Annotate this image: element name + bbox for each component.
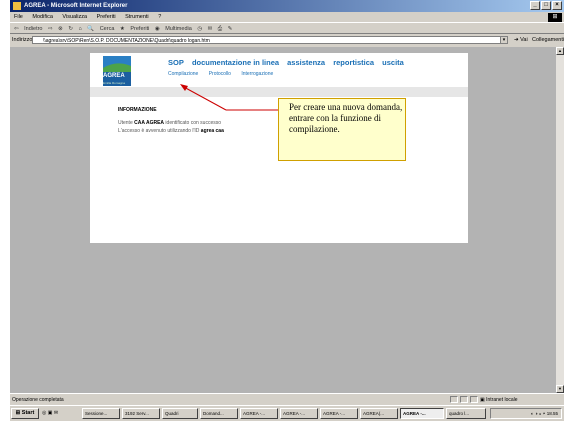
status-bar: Operazione completata ▣ Intranet locale <box>10 393 564 405</box>
taskbar-button[interactable]: AGREA -... <box>320 408 358 419</box>
window-title: AGREA - Microsoft Internet Explorer <box>24 3 128 9</box>
taskbar-button-active[interactable]: AGREA -... <box>400 408 444 419</box>
info-message-id: L'accesso è avvenuto utilizzando l'ID ag… <box>118 128 224 134</box>
menu-visualizza[interactable]: Visualizza <box>62 14 87 20</box>
edit-icon[interactable]: ✎ <box>228 26 233 32</box>
media-button[interactable]: ◉ Multimedia <box>155 26 192 32</box>
callout-note: Per creare una nuova domanda, entrare co… <box>278 98 406 161</box>
back-button[interactable]: ⇦ Indietro <box>14 26 43 32</box>
status-cell <box>470 396 478 403</box>
search-button[interactable]: 🔍 Cerca <box>87 26 114 32</box>
nav-reportistica[interactable]: reportistica <box>333 58 374 67</box>
forward-icon[interactable]: ⇨ <box>48 26 53 32</box>
ie-icon <box>13 2 21 10</box>
taskbar-button[interactable]: Domand... <box>200 408 238 419</box>
title-bar: AGREA - Microsoft Internet Explorer _ □ … <box>10 0 564 12</box>
links-button[interactable]: Collegamenti <box>532 34 564 47</box>
windows-logo-icon: ⊞ <box>548 13 562 22</box>
info-text: L'accesso è avvenuto utilizzando l'ID <box>118 128 201 134</box>
nav-uscita[interactable]: uscita <box>382 58 404 67</box>
logo-subtitle: Emilia Romagna <box>103 81 126 85</box>
start-label: Start <box>21 410 35 416</box>
nav-sop[interactable]: SOP <box>168 58 184 67</box>
status-cell <box>450 396 458 403</box>
media-label: Multimedia <box>165 26 192 32</box>
menu-bar: File Modifica Visualizza Preferiti Strum… <box>10 12 564 22</box>
top-navigation: SOP documentazione in linea assistenza r… <box>168 58 410 67</box>
address-input[interactable]: \\agrea\srv\SOP\Ren\S.O.P. DOCUMENTAZION… <box>32 36 508 44</box>
taskbar-button[interactable]: Sessione... <box>82 408 120 419</box>
nav-assistenza[interactable]: assistenza <box>287 58 325 67</box>
history-icon[interactable]: ◷ <box>197 26 202 32</box>
maximize-button[interactable]: □ <box>541 1 551 10</box>
search-label: Cerca <box>99 26 115 32</box>
window-controls: _ □ × <box>530 1 562 10</box>
print-icon[interactable]: ⎙ <box>218 26 222 32</box>
info-text: identificato con successo <box>164 120 222 126</box>
minimize-button[interactable]: _ <box>530 1 540 10</box>
refresh-icon[interactable]: ↻ <box>68 26 73 32</box>
quick-launch[interactable]: ◎ ▣ ✉ <box>42 409 58 418</box>
menu-strumenti[interactable]: Strumenti <box>125 14 149 20</box>
zone-label: Intranet locale <box>486 397 518 403</box>
taskbar-button[interactable]: Quadri <box>162 408 198 419</box>
info-id: agrea caa <box>200 128 224 134</box>
subnav-protocollo[interactable]: Protocollo <box>209 71 231 77</box>
mail-icon[interactable]: ✉ <box>208 26 213 32</box>
system-tray: ◐ ◑ ◒ ◓ 18.55 <box>490 408 562 419</box>
info-title: INFORMAZIONE <box>118 107 157 113</box>
home-icon[interactable]: ⌂ <box>78 26 81 32</box>
tray-icons[interactable]: ◐ ◑ ◒ ◓ <box>531 411 547 416</box>
taskbar-button[interactable]: AGREA -... <box>280 408 318 419</box>
info-text: Utente <box>118 120 135 126</box>
taskbar-button[interactable]: AGREA -... <box>240 408 278 419</box>
taskbar-button[interactable]: AGREA(... <box>360 408 398 419</box>
taskbar-button[interactable]: quadro l... <box>446 408 486 419</box>
address-bar: Indirizzo \\agrea\srv\SOP\Ren\S.O.P. DOC… <box>10 34 564 47</box>
menu-modifica[interactable]: Modifica <box>32 14 52 20</box>
nav-documentazione[interactable]: documentazione in linea <box>192 58 279 67</box>
go-label: Vai <box>520 37 528 43</box>
address-dropdown-icon[interactable]: ▾ <box>500 36 508 44</box>
subnav-interrogazione[interactable]: Interrogazione <box>241 71 273 77</box>
menu-file[interactable]: File <box>14 14 23 20</box>
page-band <box>90 87 468 97</box>
clock: 18.55 <box>546 411 558 416</box>
menu-preferiti[interactable]: Preferiti <box>97 14 116 20</box>
vertical-scrollbar[interactable]: ▲ ▼ <box>556 47 564 393</box>
subnav-compilazione[interactable]: Compilazione <box>168 71 198 77</box>
stop-icon[interactable]: ⊗ <box>58 26 63 32</box>
start-button[interactable]: ⊞ Start <box>11 408 39 419</box>
sub-navigation: Compilazione Protocollo Interrogazione <box>168 71 282 77</box>
taskbar: ⊞ Start ◎ ▣ ✉ Sessione... 3192 Serv... Q… <box>10 405 564 421</box>
logo-text: AGREA <box>103 73 125 79</box>
status-cell <box>460 396 468 403</box>
scroll-down-icon[interactable]: ▼ <box>556 385 564 393</box>
back-label: Indietro <box>24 26 43 32</box>
scroll-up-icon[interactable]: ▲ <box>556 47 564 55</box>
taskbar-button[interactable]: 3192 Serv... <box>122 408 160 419</box>
standard-toolbar: ⇦ Indietro ⇨ ⊗ ↻ ⌂ 🔍 Cerca ★ Preferiti ◉… <box>10 22 564 34</box>
address-label: Indirizzo <box>12 37 33 43</box>
info-user: CAA AGREA <box>134 120 165 126</box>
go-button[interactable]: ➜ Vai <box>514 34 528 47</box>
close-button[interactable]: × <box>552 1 562 10</box>
favorites-button[interactable]: ★ Preferiti <box>120 26 149 32</box>
info-message-user: Utente CAA AGREA identificato con succes… <box>118 120 221 126</box>
menu-help[interactable]: ? <box>158 14 161 20</box>
favorites-label: Preferiti <box>130 26 150 32</box>
